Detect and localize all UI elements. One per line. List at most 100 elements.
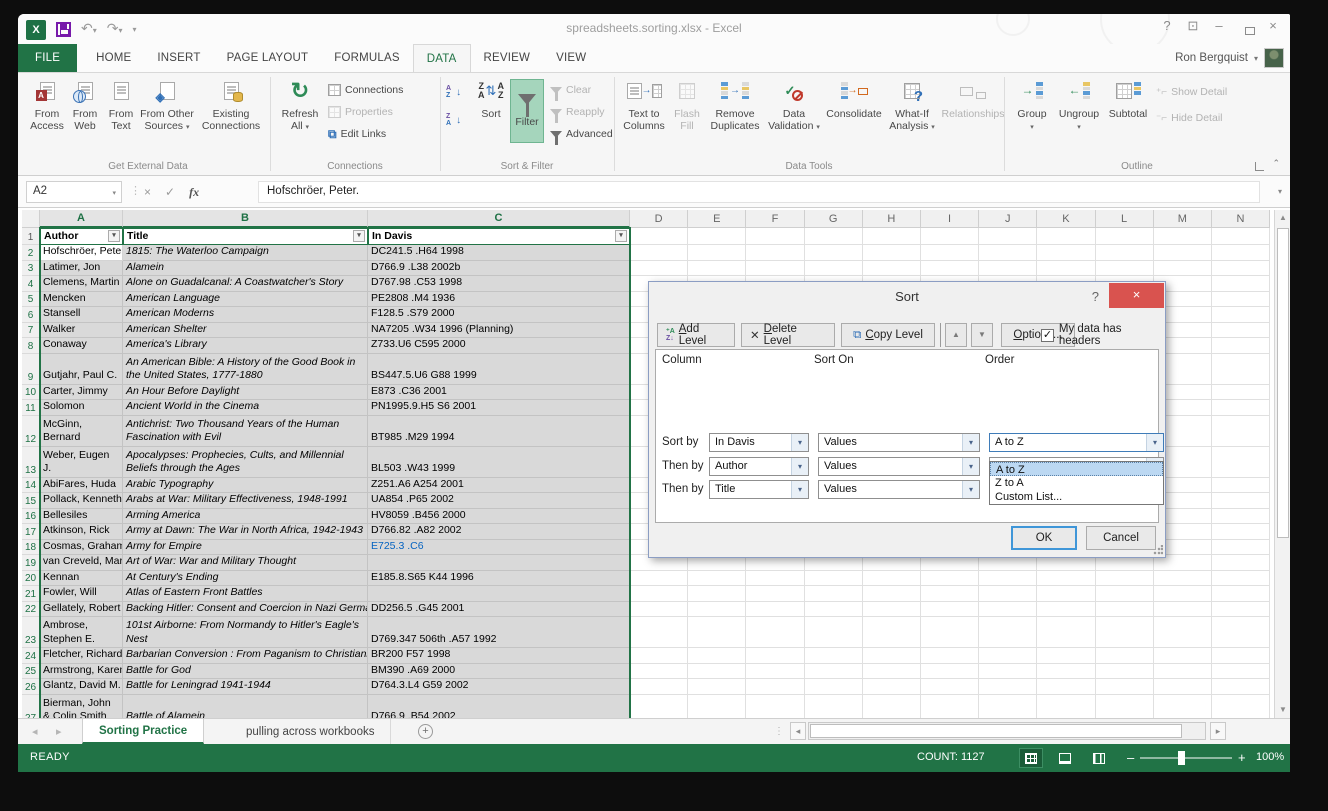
cell[interactable] <box>1154 586 1212 602</box>
outline-dialog-launcher-icon[interactable] <box>1255 162 1264 171</box>
cell[interactable] <box>1212 524 1270 540</box>
cell[interactable] <box>979 602 1037 618</box>
cell[interactable] <box>1037 261 1095 277</box>
filter-dropdown-icon[interactable]: ▾ <box>108 230 120 242</box>
sheet-nav-left-icon[interactable]: ◂ <box>32 725 38 738</box>
cell-in-davis[interactable]: F128.5 .S79 2000 <box>368 307 630 323</box>
cell[interactable] <box>979 586 1037 602</box>
dialog-close-button[interactable]: × <box>1109 283 1164 308</box>
header-cell-author[interactable]: Author▾ <box>40 228 123 245</box>
cell[interactable] <box>805 617 863 648</box>
row-header[interactable]: 26 <box>22 679 40 695</box>
sheet-tab-sorting-practice[interactable]: Sorting Practice <box>82 719 204 744</box>
cell[interactable] <box>630 586 688 602</box>
cell-in-davis[interactable]: D766.9 .B54 2002 <box>368 695 630 719</box>
cell-in-davis[interactable]: D766.9 .L38 2002b <box>368 261 630 277</box>
cell-author[interactable]: Latimer, Jon <box>40 261 123 277</box>
cell-title[interactable]: 1815: The Waterloo Campaign <box>123 245 368 261</box>
cell[interactable] <box>688 571 746 587</box>
cell-in-davis[interactable]: HV8059 .B456 2000 <box>368 509 630 525</box>
cell-in-davis[interactable] <box>368 555 630 571</box>
cell-in-davis[interactable]: DD256.5 .G45 2001 <box>368 602 630 618</box>
cell-title[interactable]: America's Library <box>123 338 368 354</box>
cell[interactable] <box>1212 323 1270 339</box>
cell[interactable] <box>979 695 1037 719</box>
ungroup-button[interactable]: ← Ungroup▾ <box>1056 76 1102 133</box>
insert-function-icon[interactable]: fx <box>189 185 199 200</box>
cell[interactable] <box>805 648 863 664</box>
column-header-I[interactable]: I <box>921 210 979 228</box>
dialog-resize-grip[interactable] <box>1153 545 1163 555</box>
new-sheet-icon[interactable]: + <box>418 724 433 739</box>
cell[interactable] <box>921 245 979 261</box>
column-header-K[interactable]: K <box>1037 210 1095 228</box>
combo-dropdown-icon[interactable]: ▾ <box>1146 434 1163 451</box>
cell[interactable] <box>688 602 746 618</box>
cell-in-davis[interactable] <box>368 586 630 602</box>
cell[interactable] <box>746 245 804 261</box>
tab-scrollbar-splitter[interactable]: ⋮ <box>774 726 784 737</box>
zoom-percentage[interactable]: 100% <box>1256 751 1284 763</box>
row-header[interactable]: 13 <box>22 447 40 478</box>
row-header[interactable]: 4 <box>22 276 40 292</box>
cell[interactable] <box>1154 695 1212 719</box>
cell[interactable] <box>1154 245 1212 261</box>
from-web-button[interactable]: From Web <box>68 76 102 132</box>
cell[interactable] <box>921 228 979 245</box>
cell-in-davis[interactable]: NA7205 .W34 1996 (Planning) <box>368 323 630 339</box>
combo-dropdown-icon[interactable]: ▾ <box>962 458 979 475</box>
cell[interactable] <box>1037 679 1095 695</box>
cell[interactable] <box>921 648 979 664</box>
horizontal-scrollbar[interactable]: ◂ ▸ <box>790 722 1228 740</box>
page-layout-view-icon[interactable] <box>1054 749 1076 767</box>
cell[interactable] <box>979 261 1037 277</box>
cell[interactable] <box>921 617 979 648</box>
cell[interactable] <box>1212 493 1270 509</box>
cell-title[interactable]: Apocalypses: Prophecies, Cults, and Mill… <box>123 447 368 478</box>
cell-author[interactable]: Armstrong, Karen <box>40 664 123 680</box>
cell[interactable] <box>921 586 979 602</box>
cell-title[interactable]: Battle for God <box>123 664 368 680</box>
cell[interactable] <box>688 695 746 719</box>
cell[interactable] <box>1037 228 1095 245</box>
filter-button[interactable]: Filter <box>510 79 544 143</box>
combo-dropdown-icon[interactable]: ▾ <box>791 434 808 451</box>
order-dropdown-list[interactable]: A to ZZ to ACustom List... <box>989 461 1164 505</box>
cell[interactable] <box>1212 478 1270 494</box>
row-header[interactable]: 19 <box>22 555 40 571</box>
cell[interactable] <box>1212 664 1270 680</box>
column-header-A[interactable]: A <box>40 210 123 228</box>
sort-button[interactable]: ZA⇅AZ Sort <box>476 76 506 121</box>
sort-on-combo[interactable]: Values▾ <box>818 457 980 476</box>
combo-dropdown-icon[interactable]: ▾ <box>791 481 808 498</box>
filter-dropdown-icon[interactable]: ▾ <box>615 230 627 242</box>
tab-formulas[interactable]: FORMULAS <box>321 44 413 72</box>
row-header[interactable]: 20 <box>22 571 40 587</box>
subtotal-button[interactable]: Subtotal <box>1106 76 1150 121</box>
cell[interactable] <box>1154 228 1212 245</box>
cell-in-davis[interactable]: UA854 .P65 2002 <box>368 493 630 509</box>
cell-title[interactable]: Ancient World in the Cinema <box>123 400 368 416</box>
collapse-ribbon-icon[interactable]: ⌃ <box>1272 158 1280 169</box>
from-other-sources-button[interactable]: ◈ From Other Sources ▾ <box>140 76 194 133</box>
cell[interactable] <box>1212 509 1270 525</box>
page-break-view-icon[interactable] <box>1088 749 1110 767</box>
cell-author[interactable]: Solomon <box>40 400 123 416</box>
cell[interactable] <box>863 586 921 602</box>
order-option[interactable]: Z to A <box>990 476 1163 490</box>
cell-in-davis[interactable]: D766.82 .A82 2002 <box>368 524 630 540</box>
row-header[interactable]: 23 <box>22 617 40 648</box>
cell-in-davis[interactable]: DC241.5 .H64 1998 <box>368 245 630 261</box>
cell-title[interactable]: Alone on Guadalcanal: A Coastwatcher's S… <box>123 276 368 292</box>
cell[interactable] <box>630 571 688 587</box>
cell[interactable] <box>746 228 804 245</box>
filter-dropdown-icon[interactable]: ▾ <box>353 230 365 242</box>
cell-author[interactable]: van Creveld, Martin <box>40 555 123 571</box>
row-header[interactable]: 11 <box>22 400 40 416</box>
column-header-M[interactable]: M <box>1154 210 1212 228</box>
cell-title[interactable]: Arabic Typography <box>123 478 368 494</box>
cell[interactable] <box>688 586 746 602</box>
row-header[interactable]: 9 <box>22 354 40 385</box>
row-header[interactable]: 27 <box>22 695 40 719</box>
row-header[interactable]: 6 <box>22 307 40 323</box>
